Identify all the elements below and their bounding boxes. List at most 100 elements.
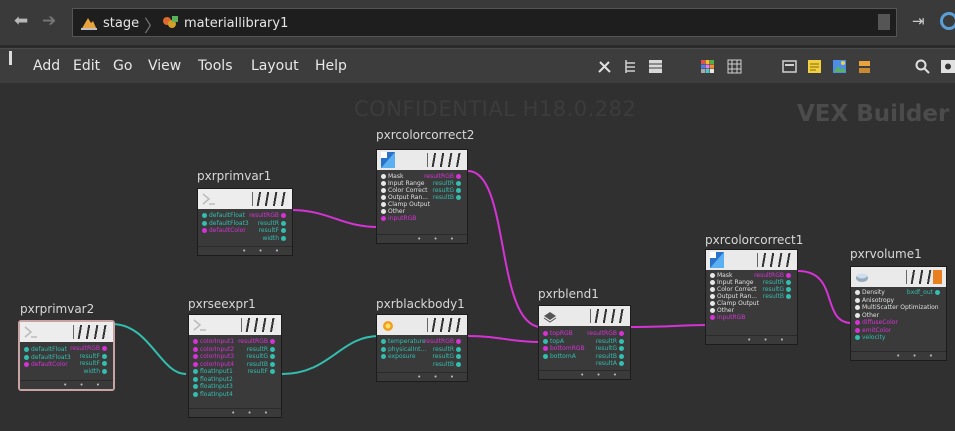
input-port[interactable]: Input Range <box>710 279 753 286</box>
input-port-dot[interactable] <box>710 294 715 299</box>
input-port-dot[interactable] <box>543 353 548 359</box>
input-port-dot[interactable] <box>855 312 860 318</box>
output-port-dot[interactable] <box>456 188 461 193</box>
input-port-dot[interactable] <box>381 188 386 193</box>
output-port[interactable]: resultR <box>763 279 791 286</box>
output-port[interactable]: resultG <box>432 187 461 194</box>
input-port-dot[interactable] <box>193 369 198 374</box>
input-port-dot[interactable] <box>381 354 386 359</box>
output-port[interactable]: resultG <box>762 286 791 293</box>
input-port-dot[interactable] <box>202 220 207 226</box>
input-port[interactable]: floatInput2 <box>193 376 233 383</box>
input-port-dot[interactable] <box>202 213 207 218</box>
input-port-dot[interactable] <box>710 308 715 313</box>
output-port-dot[interactable] <box>456 354 461 359</box>
output-port-dot[interactable] <box>619 338 624 344</box>
output-port[interactable]: resultF <box>80 353 107 360</box>
search-icon[interactable] <box>915 59 930 74</box>
menu-go[interactable]: Go <box>113 58 132 74</box>
input-port[interactable]: diffuseColor <box>855 319 898 326</box>
input-port-dot[interactable] <box>24 347 29 352</box>
input-port-dot[interactable] <box>855 327 860 333</box>
output-port-dot[interactable] <box>102 346 107 351</box>
output-port[interactable]: resultR <box>433 180 461 187</box>
output-port[interactable]: resultRGB <box>424 338 461 345</box>
output-port[interactable]: resultB <box>433 194 461 201</box>
input-port[interactable]: Color Correct <box>381 187 427 194</box>
input-port-dot[interactable] <box>202 228 207 233</box>
menu-tools[interactable]: Tools <box>198 58 233 74</box>
output-port-dot[interactable] <box>935 290 940 295</box>
input-port[interactable]: Other <box>710 307 734 314</box>
grid-view-icon[interactable] <box>727 59 742 74</box>
input-port-dot[interactable] <box>855 297 860 303</box>
output-port[interactable]: resultR <box>247 346 275 353</box>
input-port-dot[interactable] <box>855 335 860 340</box>
input-port-dot[interactable] <box>193 376 198 382</box>
input-port[interactable]: MultiScatter Optimization <box>855 304 939 311</box>
back-arrow-icon[interactable]: ⬅ <box>14 13 28 30</box>
output-port-dot[interactable] <box>456 181 461 186</box>
input-port[interactable]: Anisotropy <box>855 297 894 304</box>
output-port-dot[interactable] <box>102 368 107 374</box>
output-port[interactable]: width <box>83 368 107 375</box>
output-port-dot[interactable] <box>456 361 461 367</box>
output-port-dot[interactable] <box>281 235 286 241</box>
forward-arrow-icon[interactable]: ➔ <box>42 13 56 30</box>
output-port-dot[interactable] <box>456 346 461 352</box>
input-port[interactable]: Color Correct <box>710 286 756 293</box>
node-body[interactable]: • • • colorInput1 colorInput2 colorInput3 c… <box>188 314 282 418</box>
input-port[interactable]: defaultFloat <box>24 346 67 353</box>
input-port-dot[interactable] <box>543 346 548 351</box>
input-port-dot[interactable] <box>710 273 715 278</box>
input-port-dot[interactable] <box>710 301 715 306</box>
input-port[interactable]: defaultColor <box>24 361 68 368</box>
input-port-dot[interactable] <box>193 354 198 359</box>
input-port[interactable]: Output Ran... <box>381 194 428 201</box>
input-port[interactable]: topA <box>543 338 564 345</box>
output-port[interactable]: bxdf_out <box>907 289 940 296</box>
color-grid-icon[interactable] <box>700 59 715 74</box>
output-port[interactable]: resultG <box>595 345 624 352</box>
input-port-dot[interactable] <box>543 331 548 336</box>
sticky-note-icon[interactable] <box>807 59 822 74</box>
input-port-dot[interactable] <box>193 346 198 352</box>
output-port-dot[interactable] <box>786 280 791 285</box>
output-port[interactable]: resultR <box>433 346 461 353</box>
output-port[interactable]: resultA <box>596 360 624 367</box>
node-flags[interactable] <box>73 325 109 339</box>
input-port-dot[interactable] <box>193 339 198 344</box>
input-port-dot[interactable] <box>24 362 29 367</box>
input-port[interactable]: defaultFloat <box>202 212 245 219</box>
input-port[interactable]: floatInput4 <box>193 391 233 398</box>
toolbar-handle[interactable] <box>9 51 12 65</box>
input-port-dot[interactable] <box>710 280 715 285</box>
output-port[interactable]: resultRGB <box>754 272 791 279</box>
output-port[interactable]: resultG <box>246 353 275 360</box>
input-port[interactable]: Density <box>855 289 885 296</box>
node-body[interactable]: • • • Density Anisotropy MultiScatter Opti… <box>850 266 947 361</box>
input-port-dot[interactable] <box>381 174 386 179</box>
input-port[interactable]: Output Ran... <box>710 293 757 300</box>
input-port[interactable]: Input Range <box>381 180 424 187</box>
breadcrumb-materiallibrary[interactable]: materiallibrary1 <box>161 14 288 32</box>
output-port[interactable]: resultRGB <box>238 338 275 345</box>
input-port[interactable]: colorInput2 <box>193 346 234 353</box>
node-body[interactable]: • • • Mask Input Range Color Correct Output… <box>705 249 798 345</box>
output-port-dot[interactable] <box>619 353 624 359</box>
input-port-dot[interactable] <box>855 320 860 325</box>
output-port[interactable]: resultRGB <box>424 173 461 180</box>
input-port[interactable]: inputRGB <box>710 314 745 321</box>
pin-icon[interactable]: ⇥ <box>912 12 925 30</box>
input-port[interactable]: exposure <box>381 353 416 360</box>
network-box-icon[interactable] <box>782 59 797 74</box>
menu-layout[interactable]: Layout <box>251 58 299 74</box>
input-port-dot[interactable] <box>710 287 715 292</box>
menu-add[interactable]: Add <box>33 58 60 74</box>
input-port[interactable]: velocity <box>855 334 885 341</box>
node-flags[interactable] <box>590 309 626 323</box>
output-port[interactable]: resultRGB <box>587 330 624 337</box>
input-port-dot[interactable] <box>193 384 198 389</box>
menu-help[interactable]: Help <box>315 58 347 74</box>
output-port[interactable]: resultR <box>258 220 286 227</box>
